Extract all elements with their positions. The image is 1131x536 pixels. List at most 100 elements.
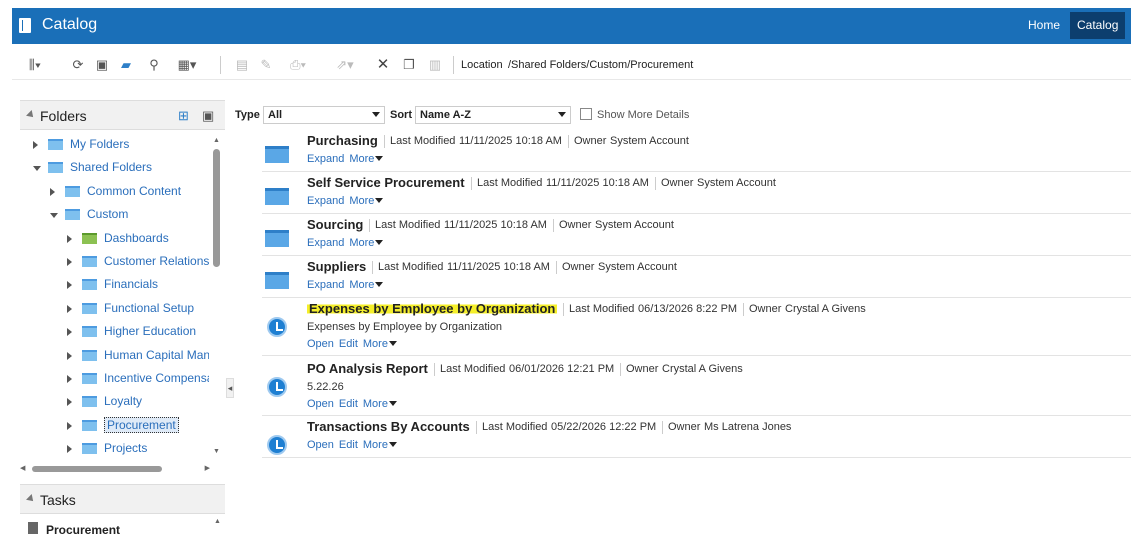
show-more-details-checkbox[interactable] xyxy=(580,108,592,120)
tree-view-icon[interactable]: ⊞ xyxy=(178,108,189,124)
chevron-right-icon[interactable] xyxy=(67,375,72,383)
folder-icon[interactable] xyxy=(265,188,289,205)
catalog-item-name[interactable]: Expenses by Employee by Organization xyxy=(307,301,558,316)
tasks-panel-header[interactable]: Tasks xyxy=(20,484,225,514)
new-folder-icon[interactable]: ▣ xyxy=(94,57,110,73)
tree-item[interactable]: Shared Folders xyxy=(33,158,212,178)
chevron-right-icon[interactable] xyxy=(33,141,38,149)
edit-link[interactable]: Edit xyxy=(339,439,358,451)
catalog-item-name[interactable]: Purchasing xyxy=(307,133,378,148)
delete-icon[interactable]: ✕ xyxy=(375,57,391,73)
folder-icon[interactable] xyxy=(265,146,289,163)
panel-splitter-collapse[interactable]: ◂ xyxy=(226,378,234,398)
catalog-item-name[interactable]: Sourcing xyxy=(307,217,363,232)
chevron-right-icon[interactable] xyxy=(67,304,72,313)
collapse-triangle-icon[interactable] xyxy=(26,110,36,120)
analysis-report-icon[interactable] xyxy=(267,435,287,455)
edit-link[interactable]: Edit xyxy=(339,398,358,410)
catalog-item: Transactions By Accounts Last Modified 05/… xyxy=(262,418,1131,458)
sort-select[interactable]: Name A-Z xyxy=(415,106,571,124)
collapse-triangle-icon[interactable] xyxy=(26,494,36,504)
scroll-right-icon[interactable]: ▶ xyxy=(205,464,210,472)
more-link[interactable]: More xyxy=(363,338,397,350)
open-link[interactable]: Open xyxy=(307,338,334,350)
type-select[interactable]: All xyxy=(263,106,385,124)
scroll-up-icon[interactable]: ▲ xyxy=(213,137,220,144)
chevron-right-icon[interactable] xyxy=(67,445,72,454)
tree-item[interactable]: My Folders xyxy=(33,135,212,155)
scrollbar-thumb[interactable] xyxy=(32,466,162,472)
open-link[interactable]: Open xyxy=(307,398,334,410)
more-link[interactable]: More xyxy=(349,153,384,165)
chevron-right-icon[interactable] xyxy=(67,351,72,360)
chevron-right-icon[interactable] xyxy=(67,421,72,430)
nav-home-link[interactable]: Home xyxy=(1028,18,1060,32)
tree-item[interactable]: Procurement xyxy=(67,416,212,436)
folder-view-icon[interactable]: ▣ xyxy=(202,108,214,124)
expand-link[interactable]: Expand xyxy=(307,279,344,291)
catalog-item-name[interactable]: PO Analysis Report xyxy=(307,361,428,376)
chevron-right-icon[interactable] xyxy=(67,258,72,266)
catalog-item-name[interactable]: Self Service Procurement xyxy=(307,175,465,190)
scroll-up-icon[interactable]: ▲ xyxy=(214,518,221,525)
open-link[interactable]: Open xyxy=(307,439,334,451)
chevron-down-icon[interactable] xyxy=(50,213,58,219)
last-modified-label: Last Modified xyxy=(378,261,444,273)
tree-item[interactable]: Human Capital Mana xyxy=(67,346,212,366)
folders-panel-header[interactable]: Folders ⊞ ▣ xyxy=(20,100,225,130)
search-icon[interactable]: ⚲ xyxy=(146,57,162,73)
folder-tree-horizontal-scrollbar[interactable]: ◀ ▶ xyxy=(20,464,210,474)
paste-icon[interactable]: ▥ xyxy=(427,57,443,73)
view-menu-icon[interactable]: ▦▾ xyxy=(172,57,202,73)
more-link[interactable]: More xyxy=(363,439,397,451)
edit-icon[interactable]: ✎ xyxy=(258,57,274,73)
analysis-report-icon[interactable] xyxy=(267,377,287,397)
tree-item[interactable]: Incentive Compensa xyxy=(67,369,212,389)
tree-item[interactable]: Customer Relationsh xyxy=(67,252,212,272)
location-path[interactable]: /Shared Folders/Custom/Procurement xyxy=(508,59,693,71)
tree-item[interactable]: Higher Education xyxy=(67,322,212,342)
open-folder-icon[interactable]: ▰ xyxy=(118,57,134,73)
owner-value: Crystal A Givens xyxy=(662,363,743,375)
copy-icon[interactable]: ❐ xyxy=(401,57,417,73)
expand-link[interactable]: Expand xyxy=(307,195,344,207)
nav-catalog-link[interactable]: Catalog xyxy=(1070,12,1126,39)
share-menu-icon[interactable]: ⇗▾ xyxy=(330,57,360,73)
more-link[interactable]: More xyxy=(349,237,384,249)
chevron-down-icon[interactable] xyxy=(33,166,41,172)
more-link[interactable]: More xyxy=(363,398,397,410)
refresh-icon[interactable]: ⟳ xyxy=(70,57,86,73)
tree-item[interactable]: Functional Setup xyxy=(67,299,212,319)
folder-icon[interactable] xyxy=(265,272,289,289)
tree-item[interactable]: Financials xyxy=(67,275,212,295)
scroll-left-icon[interactable]: ◀ xyxy=(20,464,25,472)
chevron-right-icon[interactable] xyxy=(67,328,72,337)
tree-item[interactable]: Dashboards xyxy=(67,229,212,249)
expand-link[interactable]: Expand xyxy=(307,237,344,249)
tree-item[interactable]: Loyalty xyxy=(67,392,212,412)
catalog-item-name[interactable]: Suppliers xyxy=(307,259,366,274)
more-link[interactable]: More xyxy=(349,195,384,207)
scrollbar-thumb[interactable] xyxy=(213,149,220,267)
expand-link[interactable]: Expand xyxy=(307,153,344,165)
properties-icon[interactable]: ▤ xyxy=(234,57,250,73)
tree-item[interactable]: Custom xyxy=(50,205,212,225)
tree-item[interactable]: Projects xyxy=(67,439,212,459)
edit-link[interactable]: Edit xyxy=(339,338,358,350)
catalog-item-name[interactable]: Transactions By Accounts xyxy=(307,419,470,434)
folder-icon[interactable] xyxy=(265,230,289,247)
tree-item[interactable]: Common Content xyxy=(50,182,212,202)
analysis-report-icon[interactable] xyxy=(267,317,287,337)
chevron-right-icon[interactable] xyxy=(67,234,72,243)
meta-divider xyxy=(620,363,621,376)
tree-item-label: Functional Setup xyxy=(104,300,195,315)
more-link[interactable]: More xyxy=(349,279,384,291)
scroll-down-icon[interactable]: ▼ xyxy=(213,448,220,455)
chevron-right-icon[interactable] xyxy=(67,398,72,407)
print-menu-icon[interactable]: ⎙▾ xyxy=(284,57,312,73)
chevron-right-icon[interactable] xyxy=(50,187,55,196)
meta-divider xyxy=(563,303,564,316)
new-menu-icon[interactable]: ⫼▾ xyxy=(22,57,48,73)
folder-tree-vertical-scrollbar[interactable]: ▲ ▼ xyxy=(212,137,221,455)
chevron-right-icon[interactable] xyxy=(67,281,72,290)
